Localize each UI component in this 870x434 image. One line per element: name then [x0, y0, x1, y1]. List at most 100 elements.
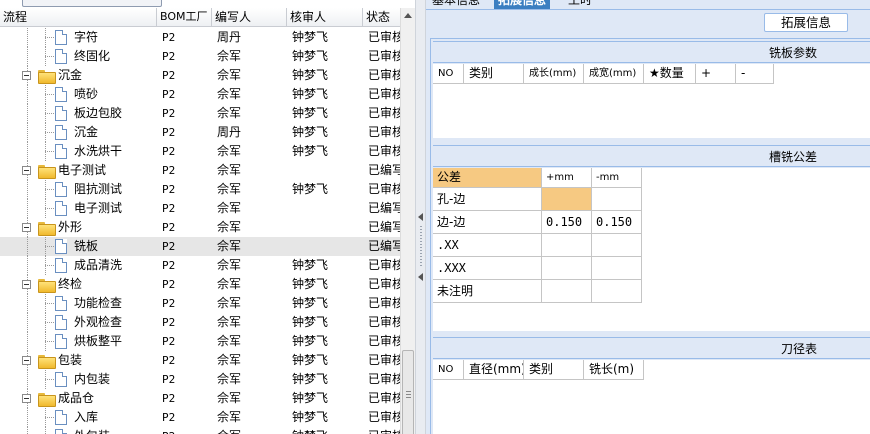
tree-row[interactable]: 板边包胶 P2 佘军 钟梦飞 已审核 [0, 104, 400, 123]
tree-group-row[interactable]: 终检 P2 佘军 钟梦飞 已审核 [0, 275, 400, 294]
tree-row[interactable]: 铣板 P2 佘军 已编写 [0, 237, 400, 256]
tab-work-hours[interactable]: 工时 [564, 0, 596, 9]
tree-row[interactable]: 外包装 P2 佘军钟梦飞已审核 [0, 427, 400, 434]
tree-line [45, 208, 54, 209]
tree-row[interactable]: 阻抗测试 P2 佘军 钟梦飞 已审核 [0, 180, 400, 199]
tolerance-plus-input[interactable] [542, 188, 592, 211]
tree-group-row[interactable]: 电子测试 P2 佘军 已编写 [0, 161, 400, 180]
bom-factory-cell: P2 [162, 50, 176, 63]
reviewer-cell: 钟梦飞 [292, 182, 329, 196]
collapse-icon[interactable] [22, 356, 31, 365]
tree-row[interactable]: 内包装 P2 佘军 钟梦飞 已审核 [0, 370, 400, 389]
grid-header-width[interactable]: 成宽(mm) [584, 64, 644, 84]
tree-line [45, 151, 54, 152]
grid-header-category[interactable]: 类别 [524, 360, 584, 380]
grid-header-mill-length[interactable]: 铣长(m) [584, 360, 644, 380]
tree-row[interactable]: 终固化 P2 佘军 钟梦飞 已审核 [0, 47, 400, 66]
reviewer-cell: 钟梦飞 [292, 334, 329, 348]
column-header-status[interactable]: 状态 [363, 8, 400, 27]
tree-row[interactable]: 沉金 P2 周丹 钟梦飞 已审核 [0, 123, 400, 142]
grid-header-diameter[interactable]: 直径(mm) [464, 360, 524, 380]
reviewer-cell: 钟梦飞 [292, 125, 329, 139]
document-icon [55, 410, 67, 425]
status-cell: 已审核 [368, 68, 400, 82]
document-icon [55, 182, 67, 197]
grid-header-no[interactable]: NO [433, 360, 464, 380]
editor-cell: 佘军 [217, 68, 242, 82]
grid-header-length[interactable]: 成长(mm) [524, 64, 584, 84]
tolerance-row-label: 边-边 [433, 211, 542, 234]
bom-factory-cell: P2 [162, 259, 176, 272]
editor-cell: 佘军 [217, 106, 242, 120]
tree-row[interactable]: 烘板整平 P2 佘军 钟梦飞 已审核 [0, 332, 400, 351]
tolerance-minus-input[interactable]: 0.150 [592, 211, 642, 234]
collapse-icon[interactable] [22, 280, 31, 289]
scroll-up-icon[interactable] [404, 13, 412, 18]
tree-row[interactable]: 电子测试 P2 佘军 已编写 [0, 199, 400, 218]
process-cell: 包装 [0, 351, 157, 370]
collapse-icon[interactable] [22, 71, 31, 80]
bom-factory-cell: P2 [162, 240, 176, 253]
tree-line [27, 256, 28, 275]
tree-line [27, 408, 28, 427]
status-cell: 已审核 [368, 144, 400, 158]
tolerance-plus-input[interactable] [542, 280, 592, 303]
tolerance-plus-input[interactable] [542, 257, 592, 280]
toolbar-button[interactable] [22, 0, 162, 7]
tree-group-row[interactable]: 成品仓 P2 佘军 钟梦飞 已审核 [0, 389, 400, 408]
process-name: 喷砂 [74, 87, 99, 101]
column-header-editor[interactable]: 编写人 [212, 8, 287, 27]
tree-row[interactable]: 喷砂 P2 佘军 钟梦飞 已审核 [0, 85, 400, 104]
folder-icon [38, 355, 56, 369]
vertical-scrollbar[interactable] [400, 8, 415, 434]
process-cell: 入库 [0, 408, 157, 427]
process-cell: 铣板 [0, 237, 157, 256]
tolerance-plus-input[interactable] [542, 234, 592, 257]
grid-header-quantity[interactable]: ★数量 [644, 64, 696, 84]
tolerance-minus-input[interactable] [592, 257, 642, 280]
scroll-thumb[interactable] [402, 350, 414, 434]
tree-row[interactable]: 外观检查 P2 佘军 钟梦飞 已审核 [0, 313, 400, 332]
tab-basic-info[interactable]: 基本信息 [428, 0, 484, 9]
tree-group-row[interactable]: 沉金 P2 佘军 钟梦飞 已审核 [0, 66, 400, 85]
detail-panel: 基本信息 拓展信息 工时 拓展信息 铣板参数 NO 类别 成长(mm) 成宽(m… [426, 0, 870, 434]
collapse-left-icon[interactable] [418, 213, 423, 221]
column-header-bom-factory[interactable]: BOM工厂 [157, 8, 212, 27]
tree-row[interactable]: 水洗烘干 P2 佘军 钟梦飞 已审核 [0, 142, 400, 161]
status-cell: 已审核 [368, 125, 400, 139]
add-row-button[interactable]: + [696, 64, 736, 84]
tree-line [45, 417, 54, 418]
reviewer-cell: 钟梦飞 [292, 144, 329, 158]
collapse-icon[interactable] [22, 394, 31, 403]
grid-header-category[interactable]: 类别 [464, 64, 524, 84]
column-header-process[interactable]: 流程 [0, 8, 157, 27]
tree-group-row[interactable]: 外形 P2 佘军 已编写 [0, 218, 400, 237]
collapse-left-icon-2[interactable] [418, 273, 423, 281]
process-name: 入库 [74, 410, 99, 424]
collapse-icon[interactable] [22, 166, 31, 175]
bom-factory-cell: P2 [162, 107, 176, 120]
tolerance-minus-input[interactable] [592, 280, 642, 303]
tolerance-plus-input[interactable]: 0.150 [542, 211, 592, 234]
tolerance-minus-input[interactable] [592, 234, 642, 257]
tree-line [45, 94, 54, 95]
grid-header-no[interactable]: NO [433, 64, 464, 84]
pane-splitter[interactable] [415, 0, 426, 434]
status-cell: 已审核 [368, 315, 400, 329]
tab-extension-info[interactable]: 拓展信息 [494, 0, 551, 9]
status-cell: 已审核 [368, 334, 400, 348]
tool-table-panel: 刀径表 NO 直径(mm) 类别 铣长(m) [433, 337, 870, 434]
tree-row[interactable]: 成品清洗 P2 佘军 钟梦飞 已审核 [0, 256, 400, 275]
remove-row-button[interactable]: - [736, 64, 774, 84]
tree-row[interactable]: 功能检查 P2 佘军 钟梦飞 已审核 [0, 294, 400, 313]
tree-group-row[interactable]: 包装 P2 佘军 钟梦飞 已审核 [0, 351, 400, 370]
reviewer-cell [292, 237, 362, 256]
collapse-icon[interactable] [22, 223, 31, 232]
process-cell: 外观检查 [0, 313, 157, 332]
tree-row[interactable]: 字符 P2 周丹 钟梦飞 已审核 [0, 28, 400, 47]
tree-row[interactable]: 入库 P2 佘军 钟梦飞 已审核 [0, 408, 400, 427]
extension-info-title[interactable]: 拓展信息 [764, 13, 848, 32]
tree-line [27, 180, 28, 199]
tolerance-minus-input[interactable] [592, 188, 642, 211]
column-header-reviewer[interactable]: 核审人 [287, 8, 363, 27]
